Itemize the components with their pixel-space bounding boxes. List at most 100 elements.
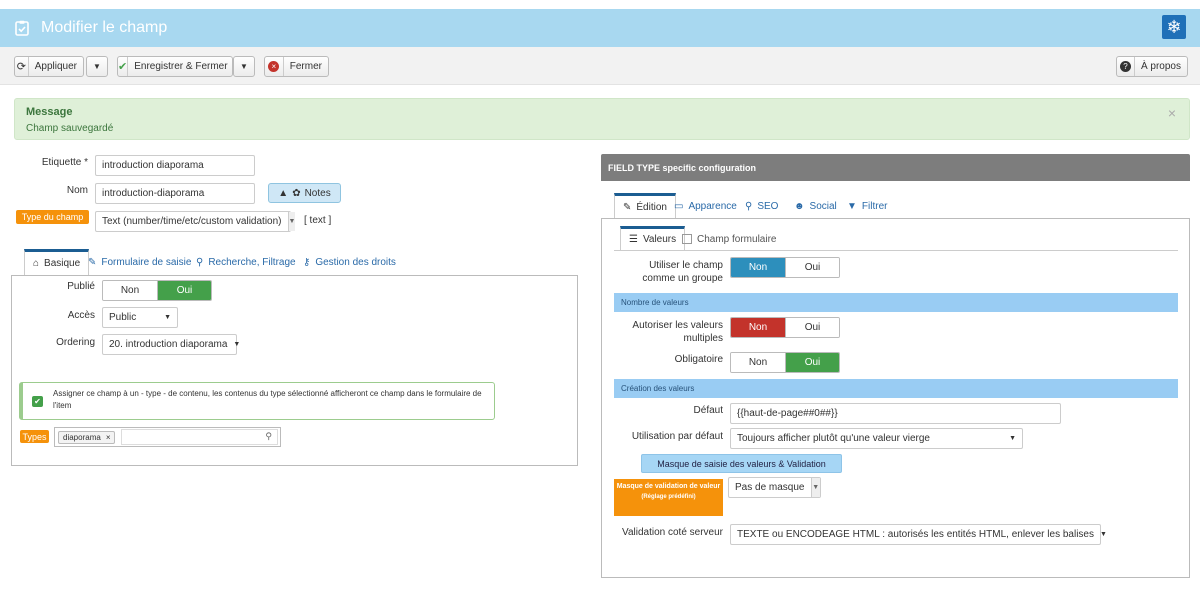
database-icon: ☰ <box>629 234 638 245</box>
chevron-down-icon: ▼ <box>1099 531 1107 538</box>
tab-edition[interactable]: ✎ Édition <box>614 193 676 218</box>
tab-appearance[interactable]: ▭ Apparence <box>674 199 737 213</box>
toggle-option-no[interactable]: Non <box>103 281 157 300</box>
mask-validation-button[interactable]: Masque de saisie des valeurs & Validatio… <box>641 454 842 473</box>
toggle-option-yes[interactable]: Oui <box>784 258 839 277</box>
edit-icon: ✎ <box>623 201 632 213</box>
notes-button[interactable]: ▲ ✿ Notes <box>268 183 341 203</box>
message-text: Champ sauvegardé <box>26 123 114 134</box>
refresh-icon: ⟳ <box>15 57 29 76</box>
users-icon: ☻ <box>794 200 805 212</box>
gear-icon: ✿ <box>292 187 301 199</box>
published-label: Publié <box>67 281 95 292</box>
types-search-input[interactable] <box>121 429 278 445</box>
name-input[interactable]: introduction-diaporama <box>95 183 255 204</box>
assign-text: Assigner ce champ à un - type - de conte… <box>53 389 482 410</box>
field-type-badge: Type du champ <box>16 210 89 224</box>
toggle-option-no[interactable]: Non <box>731 258 785 277</box>
chevron-down-icon: ▼ <box>1009 435 1016 442</box>
toolbar: ⟳ Appliquer ▼ ✔ Enregistrer & Fermer ▼ ×… <box>0 47 1200 85</box>
required-label: Obligatoire <box>674 354 723 365</box>
chevron-down-icon: ▼ <box>164 314 171 321</box>
page-title: Modifier le champ <box>41 19 168 36</box>
tab-social[interactable]: ☻ Social <box>794 199 837 213</box>
tab-search-filter[interactable]: ⚲ Recherche, Filtrage <box>196 255 296 269</box>
check-icon: ✔ <box>32 396 43 407</box>
subtab-values[interactable]: ☰ Valeurs <box>620 226 686 250</box>
tag-chip: diaporama × <box>58 431 116 444</box>
field-type-config-header: FIELD TYPE specific configuration <box>601 154 1190 181</box>
default-input[interactable]: {{haut-de-page##0##}} <box>730 403 1061 424</box>
chevron-down-icon: ▼ <box>810 478 820 497</box>
caret-down-icon: ▼ <box>240 62 248 71</box>
section-value-creation: Création des valeurs <box>614 379 1178 398</box>
subtab-form-field[interactable]: Champ formulaire <box>682 232 776 246</box>
multi-values-toggle[interactable]: Non Oui <box>730 317 840 338</box>
search-icon: ⚲ <box>265 431 272 441</box>
edit-icon: ✎ <box>88 256 97 268</box>
access-label: Accès <box>67 310 95 321</box>
tab-seo[interactable]: ⚲ SEO <box>745 199 778 213</box>
save-close-button[interactable]: ✔ Enregistrer & Fermer <box>117 56 233 77</box>
tab-input-form[interactable]: ✎ Formulaire de saisie <box>88 255 191 269</box>
toggle-option-no[interactable]: Non <box>731 318 785 337</box>
access-select[interactable]: Public ▼ <box>102 307 178 328</box>
ordering-label: Ordering <box>56 337 95 348</box>
toggle-option-yes[interactable]: Oui <box>784 353 839 372</box>
server-validation-label: Validation coté serveur <box>622 527 723 538</box>
name-field-label: Nom <box>66 185 88 196</box>
group-label: Utiliser le champ comme un groupe <box>642 260 723 284</box>
search-icon: ⚲ <box>745 200 753 212</box>
group-toggle[interactable]: Non Oui <box>730 257 840 278</box>
close-button[interactable]: × Fermer <box>264 56 329 77</box>
monitor-icon: ▭ <box>674 200 684 212</box>
key-icon: ⚷ <box>303 256 311 268</box>
chevron-down-icon: ▼ <box>287 212 296 231</box>
check-icon: ✔ <box>118 57 129 76</box>
default-label: Défaut <box>693 405 723 416</box>
apply-button[interactable]: ⟳ Appliquer <box>14 56 84 77</box>
required-toggle[interactable]: Non Oui <box>730 352 840 373</box>
section-value-count: Nombre de valeurs <box>614 293 1178 312</box>
tab-permissions[interactable]: ⚷ Gestion des droits <box>303 255 396 269</box>
toggle-option-yes[interactable]: Oui <box>156 281 211 300</box>
mask-validation-badge: Masque de validation de valeur (Réglage … <box>614 479 723 516</box>
label-field-label: Etiquette * <box>41 157 88 168</box>
mask-select[interactable]: Pas de masque ▼ <box>728 477 821 498</box>
search-icon: ⚲ <box>196 256 204 268</box>
types-badge: Types <box>20 430 49 443</box>
warning-icon: ▲ <box>278 187 289 199</box>
field-type-select[interactable]: Text (number/time/etc/custom validation)… <box>95 211 296 232</box>
usage-label: Utilisation par défaut <box>631 431 723 442</box>
assign-info-box: ✔ Assigner ce champ à un - type - de con… <box>19 382 495 420</box>
tab-basic[interactable]: ⌂ Basique <box>24 249 90 275</box>
title-bar: Modifier le champ ❄ <box>0 9 1200 47</box>
filter-icon: ▼ <box>847 200 857 212</box>
published-toggle[interactable]: Non Oui <box>102 280 212 301</box>
toggle-option-no[interactable]: Non <box>731 353 785 372</box>
checkbox-icon <box>682 234 692 244</box>
types-tag-input[interactable]: diaporama × ⚲ <box>54 427 281 447</box>
remove-tag-icon[interactable]: × <box>106 433 111 442</box>
clipboard-check-icon <box>15 20 29 36</box>
usage-select[interactable]: Toujours afficher plutôt qu'une valeur v… <box>730 428 1023 449</box>
caret-down-icon: ▼ <box>93 62 101 71</box>
home-icon: ⌂ <box>33 258 40 269</box>
about-button[interactable]: ? À propos <box>1116 56 1188 77</box>
save-dropdown-button[interactable]: ▼ <box>233 56 255 77</box>
ordering-select[interactable]: 20. introduction diaporama ▼ <box>102 334 240 355</box>
tab-filter[interactable]: ▼ Filtrer <box>847 199 887 213</box>
chevron-down-icon: ▼ <box>233 341 241 348</box>
help-icon: ? <box>1117 57 1135 76</box>
subtab-divider <box>614 250 1178 251</box>
toggle-option-yes[interactable]: Oui <box>784 318 839 337</box>
multi-values-label: Autoriser les valeurs multiples <box>632 320 723 344</box>
message-close-icon[interactable]: × <box>1168 105 1176 121</box>
message-heading: Message <box>26 106 73 118</box>
success-message: Message Champ sauvegardé × <box>14 98 1190 140</box>
label-input[interactable]: introduction diaporama <box>95 155 255 176</box>
field-type-code: [ text ] <box>304 215 332 226</box>
close-circle-icon: × <box>265 57 284 76</box>
apply-dropdown-button[interactable]: ▼ <box>86 56 108 77</box>
server-validation-select[interactable]: TEXTE ou ENCODEAGE HTML : autorisés les … <box>730 524 1107 545</box>
